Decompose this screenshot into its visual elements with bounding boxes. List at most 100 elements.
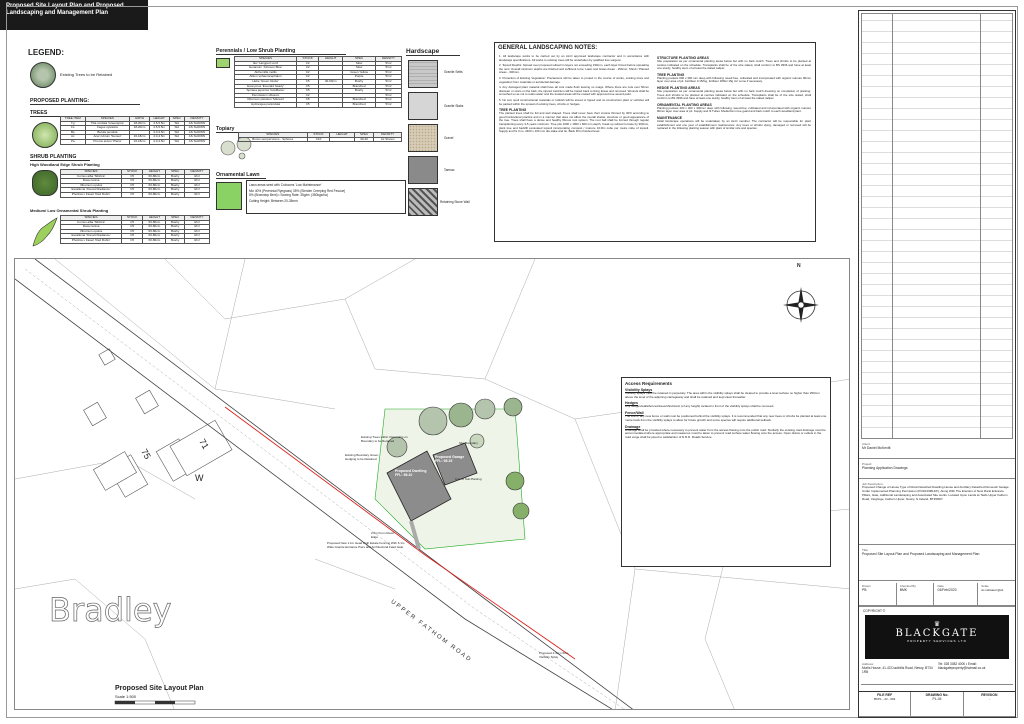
table-cell: C5 (296, 101, 320, 108)
table-row: Hydrangea paniculata C5 Branched 5/m² (233, 101, 403, 108)
drawing-no-value: PL-04 (932, 697, 942, 702)
lawn-spec-box: Lawn areas seed with Cobooms 'Low Mainte… (246, 180, 406, 214)
file-ref-value: BKP1 - 22 - 693 (873, 697, 896, 702)
table-cell: Photinia x fraseri 'Red Robin' (59, 238, 123, 244)
client-value: Mr Daniel McKevitt (862, 446, 891, 451)
col2-text-2: Site preparation as per ornamental plant… (657, 88, 811, 101)
fence-label: Proposed New 1.1m Head High Estate Fenci… (327, 541, 405, 549)
medium-planting-title: Medium/ Low Ornamental Shrub Planting (30, 208, 109, 213)
col2-text-3: Planting pockets 400 x 400 x 400mm deep … (657, 105, 811, 114)
address-cell: Address: Murlis House, 41-43 Duckhills R… (861, 661, 1013, 685)
landscaping-notes: GENERAL LANDSCAPING NOTES: 1. All landsc… (494, 42, 816, 242)
table-cell: Std (168, 139, 185, 145)
access-title: Access Requirements (625, 381, 673, 386)
table-cell: 16-18cm (129, 139, 150, 145)
ref-row: FILE REF BKP1 - 22 - 693 DRAWING No. PL-… (859, 691, 1015, 717)
contact-value: Tel: 028 3082 4000 • Email: blackgatepro… (938, 662, 986, 670)
table-cell: As Shown (373, 136, 402, 143)
revision-grid (861, 13, 1013, 439)
access-text-2: The line of any new fence or wall must b… (625, 414, 827, 422)
hedge-planting-title: High Woodland Edge Shrub Planting (30, 162, 100, 167)
scale-value: As indicated @A1 (981, 588, 1004, 593)
hedge-symbol (32, 170, 58, 196)
topiary-table: SPECIES STOCK HEIGHT SPEC DENSITY Buxus semp… (238, 132, 402, 143)
medium-symbol (31, 216, 59, 250)
drawn-cell: Drawn PB (859, 583, 897, 606)
drawing-no-cell: DRAWING No. PL-04 (911, 692, 964, 717)
lawn-line4: Cutting Height: Between 20-35mm (249, 199, 298, 203)
splay-label-2: Proposed 2.4m x 60m Visibility Splay (539, 651, 569, 659)
plan-scale: Scale 1:500 (115, 694, 137, 699)
tree-planting-text: The planted trees shall be full and well… (499, 111, 649, 134)
table-cell: 60-80cm (142, 192, 167, 198)
scale-bar-segment (115, 701, 135, 704)
table-cell: 3/m² (183, 238, 211, 244)
revision-grid-divider (980, 14, 981, 438)
granite-slabs-swatch (408, 92, 438, 120)
lawn-line1: Lawn areas seed with Cobooms 'Low Mainte… (249, 183, 322, 187)
brand-name: BLACKGATE (895, 628, 979, 639)
hardscape-label-0: Granite Setts (444, 70, 463, 74)
note-3: 3. Protection of Existing Vegetation: Pr… (499, 75, 649, 84)
side-note-2: Line of Soil Planting (455, 477, 482, 481)
compass (783, 287, 819, 323)
granite-setts-swatch (408, 60, 438, 88)
checked-value: BMK (899, 588, 908, 593)
proposed-planting-title: PROPOSED PLANTING: (30, 98, 140, 105)
table-cell: Photinia x fraseri 'Red Robin' (59, 192, 123, 198)
shrub-planting-title: SHRUB PLANTING (30, 154, 90, 161)
table-cell: 4.0-4.5m (148, 139, 170, 145)
table-cell: AS SHOWN (183, 139, 211, 145)
address-block: Address: Murlis House, 41-43 Duckhills R… (861, 661, 937, 684)
date-cell: Date 04/Feb/2023 (934, 583, 979, 606)
existing-tree-icon (30, 62, 56, 88)
boundary-hedge-label: Existing Boundary Green Hedging to be Re… (345, 453, 379, 461)
medium-schedule-table: SPECIES STOCK HEIGHT SPEC DENSITY Cornus alb… (59, 215, 211, 244)
table-cell (329, 136, 355, 143)
garage-label: Proposed Garage FFL: 98.15 (435, 455, 465, 463)
dwelling-label: Proposed Dwelling FFL: 98.10 (395, 469, 427, 477)
crown-icon: ♛ (933, 621, 941, 628)
title-block: Client: Mr Daniel McKevitt Project: Plan… (858, 10, 1016, 718)
table-cell: Pa (60, 139, 86, 145)
meta-row: Drawn PB Checked By BMK Date 04/Feb/2023 Sc… (859, 583, 1016, 607)
description-value: Proposed Change of House Type of Rural D… (862, 485, 1009, 501)
table-cell: Bushy (165, 192, 185, 198)
access-text-3: Drainage shall be provided where necessa… (625, 427, 826, 439)
notes-column-1: 1. All landscape works to be carried out… (499, 54, 649, 136)
existing-trees-label: Existing Trees within Ownership on Bound… (361, 435, 408, 443)
existing-trees-label: Existing Trees to be Retained (60, 72, 113, 77)
note-4: 4. Any damaged plant material shall have… (499, 85, 649, 97)
site-plan: N UPPER FATHOM ROAD Bradley 75 71 W Prop… (14, 258, 850, 710)
notes-title: GENERAL LANDSCAPING NOTES: (498, 45, 598, 51)
table-row: Buxus sempervirens - Spheres C10 30-40 As S… (238, 136, 402, 143)
hardscape-label-2: Gravel (444, 136, 454, 140)
description-cell: Job Description: Proposed Change of Hous… (859, 481, 1015, 545)
table-cell: Branched (342, 101, 376, 108)
project-value: Planning Application Drawings (862, 466, 908, 471)
drawing-title-value: Proposed Site Layout Plan and Proposed L… (862, 552, 980, 557)
drawn-value: PB (862, 588, 867, 593)
hardscape-label-1: Granite Slabs (444, 104, 464, 108)
note-5: 5. No soil, spoil constructional materia… (499, 97, 649, 106)
table-row: Photinia x fraseri 'Red Robin' C5 60-80cm B… (59, 238, 211, 244)
notes-column-2: STRUCTURE PLANTING AREAS Site preparatio… (657, 55, 811, 133)
revision-value: - (988, 697, 990, 702)
tarmac-swatch (408, 156, 438, 184)
legend-title: LEGEND: (28, 48, 64, 57)
project-cell: Project: Planning Application Drawings (859, 461, 1015, 479)
hedge-schedule-table: SPECIES STOCK HEIGHT SPEC DENSITY Cornus alb… (59, 169, 211, 198)
medium-shrub-icon (32, 217, 58, 247)
trees-schedule-table: TREE ITEM SPECIES GIRTH HEIGHT SPEC DENSITY T… (60, 116, 211, 145)
col2-text-1: Planting pockets 600 x 300 mm deep with … (657, 75, 811, 84)
access-text-0: Visibility splays must be retained in pe… (625, 391, 820, 399)
perennials-title: Perennials / Low Shrub Planting (216, 48, 346, 55)
client-cell: Client: Mr Daniel McKevitt (859, 441, 1015, 459)
table-cell: 60-80cm (142, 238, 167, 244)
revision-grid-divider (892, 14, 893, 438)
date-value: 04/Feb/2023 (937, 588, 957, 593)
table-cell (318, 101, 344, 108)
lawn-line3: 5% (Browntop Bent) • Sowing Rate: 35g/m²… (249, 193, 328, 197)
place-name-label: Bradley (49, 591, 172, 630)
access-requirements-box: Access Requirements Visibility Splays Vi… (621, 377, 831, 567)
